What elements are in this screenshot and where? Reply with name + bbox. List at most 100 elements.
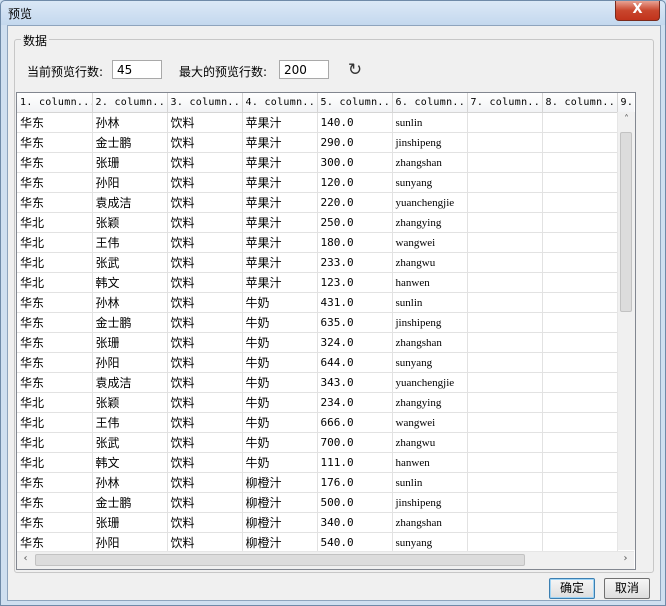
- table-cell[interactable]: 华北: [17, 212, 93, 233]
- table-cell[interactable]: 韩文: [92, 452, 168, 473]
- table-cell[interactable]: 华东: [17, 172, 93, 193]
- table-cell[interactable]: 柳橙汁: [242, 512, 318, 533]
- column-header[interactable]: 3. column...: [167, 93, 243, 113]
- column-header[interactable]: 6. column...: [392, 93, 468, 113]
- table-cell[interactable]: 290.0: [317, 132, 393, 153]
- scroll-right-icon[interactable]: ›: [617, 553, 634, 564]
- table-cell[interactable]: [542, 332, 618, 353]
- table-cell[interactable]: 华东: [17, 292, 93, 313]
- table-cell[interactable]: 饮料: [167, 352, 243, 373]
- column-header[interactable]: 2. column...: [92, 93, 168, 113]
- table-cell[interactable]: 饮料: [167, 332, 243, 353]
- table-cell[interactable]: 饮料: [167, 532, 243, 551]
- table-cell[interactable]: 饮料: [167, 512, 243, 533]
- table-cell[interactable]: 华东: [17, 472, 93, 493]
- table-cell[interactable]: 张武: [92, 252, 168, 273]
- table-row[interactable]: 华东 金士鹏 饮料 牛奶 635.0 jinshipeng: [17, 312, 634, 333]
- table-cell[interactable]: 苹果汁: [242, 232, 318, 253]
- table-cell[interactable]: 牛奶: [242, 332, 318, 353]
- table-cell[interactable]: 饮料: [167, 132, 243, 153]
- table-cell[interactable]: 牛奶: [242, 372, 318, 393]
- table-cell[interactable]: 柳橙汁: [242, 472, 318, 493]
- column-header[interactable]: 8. column...: [542, 93, 618, 113]
- table-cell[interactable]: [542, 112, 618, 133]
- table-row[interactable]: 华北 王伟 饮料 牛奶 666.0 wangwei: [17, 412, 634, 433]
- table-cell[interactable]: 华北: [17, 432, 93, 453]
- table-cell[interactable]: [542, 292, 618, 313]
- table-cell[interactable]: 饮料: [167, 492, 243, 513]
- table-row[interactable]: 华东 孙阳 饮料 苹果汁 120.0 sunyang: [17, 172, 634, 193]
- table-cell[interactable]: [542, 252, 618, 273]
- scroll-left-icon[interactable]: ‹: [17, 553, 34, 564]
- table-cell[interactable]: [542, 272, 618, 293]
- table-cell[interactable]: sunyang: [392, 352, 468, 373]
- table-cell[interactable]: 635.0: [317, 312, 393, 333]
- table-cell[interactable]: jinshipeng: [392, 312, 468, 333]
- table-cell[interactable]: 180.0: [317, 232, 393, 253]
- table-row[interactable]: 华东 孙林 饮料 苹果汁 140.0 sunlin: [17, 112, 634, 133]
- table-cell[interactable]: 140.0: [317, 112, 393, 133]
- table-cell[interactable]: 饮料: [167, 372, 243, 393]
- table-cell[interactable]: zhangshan: [392, 512, 468, 533]
- table-cell[interactable]: 牛奶: [242, 452, 318, 473]
- table-cell[interactable]: [467, 192, 543, 213]
- table-cell[interactable]: [542, 452, 618, 473]
- column-header[interactable]: 5. column...: [317, 93, 393, 113]
- table-cell[interactable]: 张珊: [92, 152, 168, 173]
- table-cell[interactable]: [542, 192, 618, 213]
- table-cell[interactable]: 孙林: [92, 472, 168, 493]
- table-cell[interactable]: 饮料: [167, 232, 243, 253]
- table-cell[interactable]: [542, 392, 618, 413]
- table-cell[interactable]: [467, 132, 543, 153]
- table-cell[interactable]: 500.0: [317, 492, 393, 513]
- table-cell[interactable]: [467, 232, 543, 253]
- table-cell[interactable]: 340.0: [317, 512, 393, 533]
- table-cell[interactable]: 华东: [17, 332, 93, 353]
- table-cell[interactable]: [467, 152, 543, 173]
- table-cell[interactable]: 柳橙汁: [242, 532, 318, 551]
- table-cell[interactable]: [467, 372, 543, 393]
- table-cell[interactable]: 饮料: [167, 112, 243, 133]
- table-cell[interactable]: 220.0: [317, 192, 393, 213]
- table-cell[interactable]: [542, 352, 618, 373]
- table-cell[interactable]: 华北: [17, 272, 93, 293]
- table-cell[interactable]: [467, 432, 543, 453]
- table-cell[interactable]: 饮料: [167, 432, 243, 453]
- table-cell[interactable]: 431.0: [317, 292, 393, 313]
- table-cell[interactable]: 123.0: [317, 272, 393, 293]
- table-cell[interactable]: 金士鹏: [92, 312, 168, 333]
- table-cell[interactable]: 120.0: [317, 172, 393, 193]
- table-cell[interactable]: sunyang: [392, 532, 468, 551]
- table-cell[interactable]: 苹果汁: [242, 252, 318, 273]
- table-row[interactable]: 华东 孙林 饮料 柳橙汁 176.0 sunlin: [17, 472, 634, 493]
- table-cell[interactable]: 华东: [17, 152, 93, 173]
- table-cell[interactable]: 233.0: [317, 252, 393, 273]
- table-cell[interactable]: [467, 472, 543, 493]
- table-cell[interactable]: zhangying: [392, 392, 468, 413]
- table-cell[interactable]: [542, 312, 618, 333]
- table-row[interactable]: 华北 韩文 饮料 牛奶 111.0 hanwen: [17, 452, 634, 473]
- table-row[interactable]: 华东 金士鹏 饮料 柳橙汁 500.0 jinshipeng: [17, 492, 634, 513]
- table-cell[interactable]: 华东: [17, 192, 93, 213]
- table-row[interactable]: 华北 张颖 饮料 牛奶 234.0 zhangying: [17, 392, 634, 413]
- table-cell[interactable]: 华东: [17, 112, 93, 133]
- table-cell[interactable]: 柳橙汁: [242, 492, 318, 513]
- max-rows-field[interactable]: 200: [279, 60, 329, 79]
- table-cell[interactable]: [542, 232, 618, 253]
- table-cell[interactable]: [542, 512, 618, 533]
- vertical-scrollbar[interactable]: ˄: [617, 112, 635, 550]
- table-cell[interactable]: [542, 172, 618, 193]
- table-cell[interactable]: 苹果汁: [242, 152, 318, 173]
- table-cell[interactable]: wangwei: [392, 412, 468, 433]
- close-button[interactable]: X: [615, 1, 660, 21]
- table-cell[interactable]: [542, 212, 618, 233]
- horizontal-scroll-thumb[interactable]: [35, 554, 525, 566]
- table-row[interactable]: 华东 张珊 饮料 苹果汁 300.0 zhangshan: [17, 152, 634, 173]
- ok-button[interactable]: 确定: [549, 578, 595, 599]
- table-cell[interactable]: [542, 472, 618, 493]
- table-cell[interactable]: 饮料: [167, 292, 243, 313]
- table-cell[interactable]: [467, 392, 543, 413]
- column-header[interactable]: 7. column...: [467, 93, 543, 113]
- table-row[interactable]: 华东 孙阳 饮料 牛奶 644.0 sunyang: [17, 352, 634, 373]
- table-cell[interactable]: yuanchengjie: [392, 372, 468, 393]
